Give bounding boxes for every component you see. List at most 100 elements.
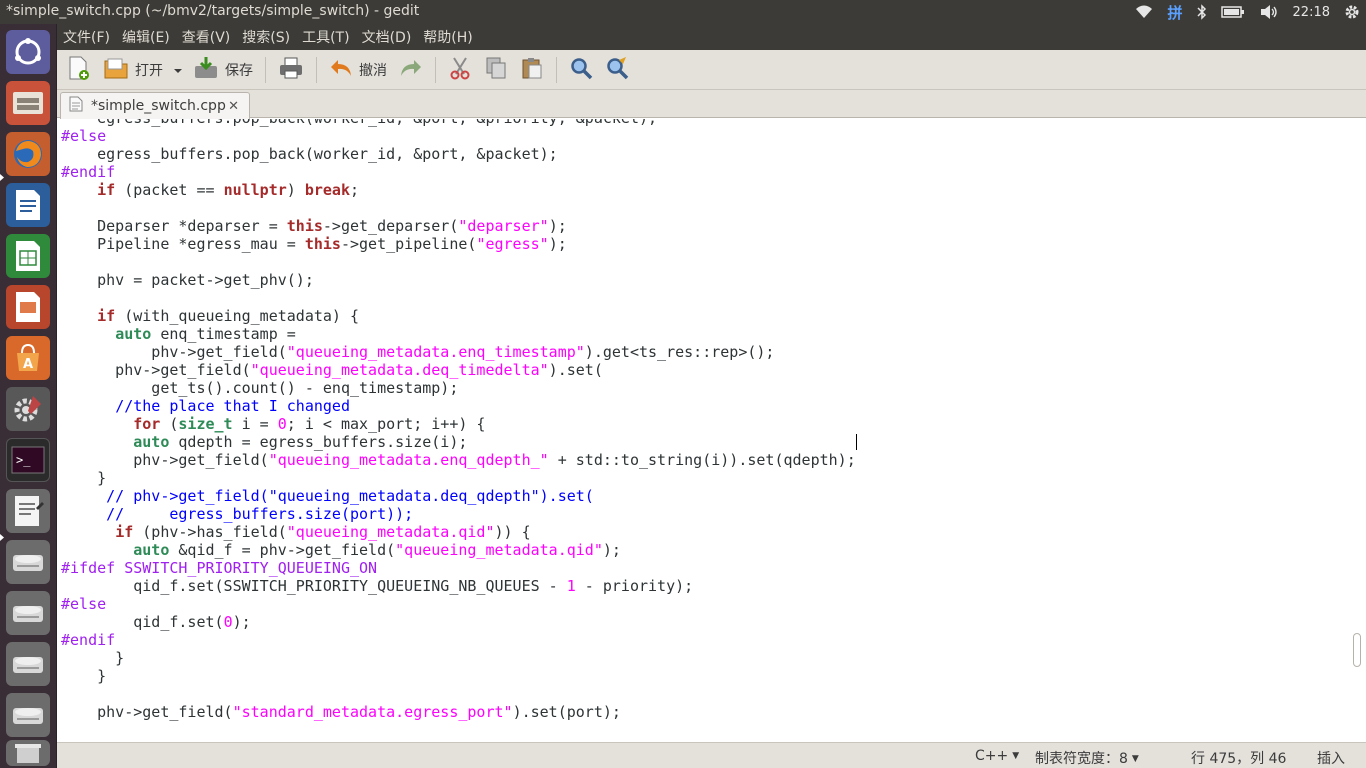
code-token: egress_buffers.pop_back(worker_id, &port… [61,119,657,127]
bluetooth-icon[interactable] [1197,0,1207,24]
code-line[interactable]: get_ts().count() - enq_timestamp); [61,379,856,397]
code-line[interactable]: #endif [61,631,856,649]
open-recent-dropdown[interactable] [169,53,187,87]
system-settings-icon[interactable] [6,387,50,431]
close-icon[interactable]: ✕ [228,99,239,114]
print-button[interactable] [272,53,310,87]
drive-icon[interactable] [6,591,50,635]
code-line[interactable]: #else [61,127,856,145]
code-line[interactable]: phv->get_field("standard_metadata.egress… [61,703,856,721]
wifi-icon[interactable] [1134,0,1154,24]
code-line[interactable]: } [61,469,856,487]
language-selector[interactable]: C++ ▼ [975,748,1019,764]
cut-button[interactable] [442,53,478,87]
writer-icon[interactable] [6,183,50,227]
terminal-icon[interactable]: >_ [6,438,50,482]
menu-help[interactable]: 帮助(H) [417,27,478,47]
code-line[interactable]: phv = packet->get_phv(); [61,271,856,289]
volume-icon[interactable] [1259,0,1279,24]
new-document-button[interactable] [61,53,97,87]
code-line[interactable]: Pipeline *egress_mau = this->get_pipelin… [61,235,856,253]
code-token: #endif [61,163,116,181]
menu-tools[interactable]: 工具(T) [296,27,355,47]
code-line[interactable] [61,253,856,271]
code-text[interactable]: egress_buffers.pop_back(worker_id, &port… [61,119,856,721]
find-replace-icon [605,56,629,84]
code-line[interactable]: Deparser *deparser = this->get_deparser(… [61,217,856,235]
code-line[interactable]: qid_f.set(0); [61,613,856,631]
paste-button[interactable] [514,53,550,87]
battery-icon[interactable] [1220,0,1245,24]
code-line[interactable]: #endif [61,163,856,181]
code-token: ); [602,541,621,559]
gear-icon[interactable] [1344,0,1360,24]
menu-file[interactable]: 文件(F) [57,27,116,47]
code-line[interactable]: if (packet == nullptr) break; [61,181,856,199]
menu-documents[interactable]: 文档(D) [356,27,418,47]
code-line[interactable]: qid_f.set(SSWITCH_PRIORITY_QUEUEING_NB_Q… [61,577,856,595]
menu-edit[interactable]: 编辑(E) [116,27,176,47]
code-line[interactable]: //the place that I changed [61,397,856,415]
code-line[interactable] [61,199,856,217]
files-icon[interactable] [6,81,50,125]
drive-icon[interactable] [6,642,50,686]
code-line[interactable]: } [61,649,856,667]
find-replace-button[interactable] [599,53,635,87]
vertical-scrollbar[interactable] [1352,121,1362,740]
open-button[interactable]: 打开 [97,53,169,87]
code-line[interactable] [61,685,856,703]
copy-button[interactable] [478,53,514,87]
code-line[interactable]: #else [61,595,856,613]
save-button[interactable]: 保存 [187,53,259,87]
undo-button[interactable]: 撤消 [323,53,393,87]
code-line[interactable]: if (phv->has_field("queueing_metadata.qi… [61,523,856,541]
firefox-icon[interactable] [6,132,50,176]
code-line[interactable]: if (with_queueing_metadata) { [61,307,856,325]
calc-icon[interactable] [6,234,50,278]
drive-icon[interactable] [6,693,50,737]
code-line[interactable]: for (size_t i = 0; i < max_port; i++) { [61,415,856,433]
code-editor[interactable]: egress_buffers.pop_back(worker_id, &port… [57,119,1366,742]
software-center-icon[interactable]: A [6,336,50,380]
drive-icon[interactable] [6,540,50,584]
menu-search[interactable]: 搜索(S) [236,27,296,47]
text-editor-icon[interactable] [6,489,50,533]
clock[interactable]: 22:18 [1293,0,1330,24]
code-token: } [61,649,125,667]
code-line[interactable]: #ifdef SSWITCH_PRIORITY_QUEUEING_ON [61,559,856,577]
dash-icon[interactable] [6,30,50,74]
code-line[interactable]: // egress_buffers.size(port)); [61,505,856,523]
code-token: //the place that I changed [115,397,350,415]
code-line[interactable]: auto enq_timestamp = [61,325,856,343]
code-line[interactable]: auto qdepth = egress_buffers.size(i); [61,433,856,451]
redo-button[interactable] [393,53,429,87]
code-line[interactable]: phv->get_field("queueing_metadata.deq_ti… [61,361,856,379]
input-method-indicator[interactable]: 拼 [1168,0,1183,24]
copy-icon [484,56,508,84]
system-tray: 拼 22:18 [1134,0,1366,24]
tab-width-selector[interactable]: 制表符宽度：8 ▼ [1035,748,1139,768]
code-line[interactable]: phv->get_field("queueing_metadata.enq_ti… [61,343,856,361]
code-token: break [304,181,350,199]
code-line[interactable]: egress_buffers.pop_back(worker_id, &port… [61,145,856,163]
new-document-icon [67,55,91,85]
code-line[interactable]: // phv->get_field("queueing_metadata.deq… [61,487,856,505]
code-token: phv->get_field( [61,361,251,379]
code-token: if [97,181,116,199]
trash-icon[interactable] [6,740,50,766]
code-line[interactable]: } [61,667,856,685]
code-line[interactable]: auto &qid_f = phv->get_field("queueing_m… [61,541,856,559]
find-button[interactable] [563,53,599,87]
impress-icon[interactable] [6,285,50,329]
text-cursor [856,434,857,450]
code-line[interactable] [61,289,856,307]
tab-simple-switch[interactable]: *simple_switch.cpp ✕ [60,92,250,119]
code-line[interactable]: egress_buffers.pop_back(worker_id, &port… [61,119,856,127]
scrollbar-thumb[interactable] [1353,633,1361,667]
code-line[interactable]: phv->get_field("queueing_metadata.enq_qd… [61,451,856,469]
window-title: *simple_switch.cpp (~/bmv2/targets/simpl… [6,3,420,19]
menu-view[interactable]: 查看(V) [176,27,237,47]
code-token: ); [548,235,567,253]
